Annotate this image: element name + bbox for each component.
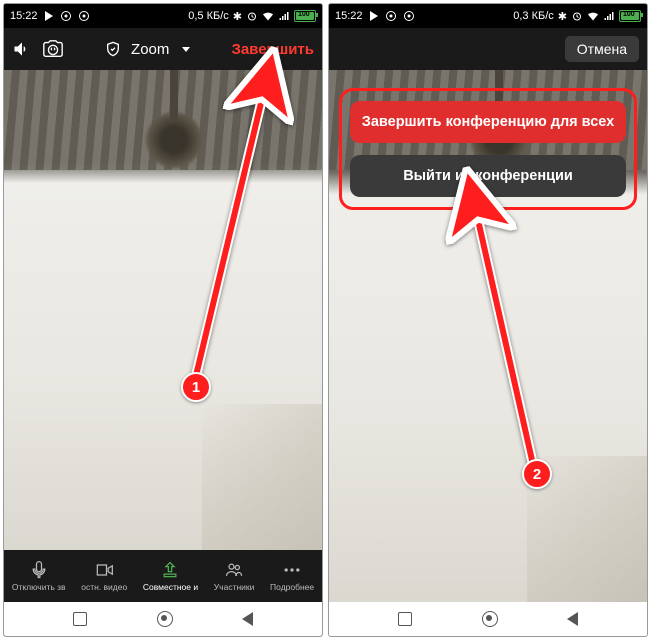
mute-button[interactable]: Отключить зв [12,560,66,592]
leave-meeting-button[interactable]: Выйти из конференции [350,155,626,197]
cancel-button[interactable]: Отмена [565,36,639,62]
status-data-rate: 0,3 КБ/с [513,10,554,22]
phone-frame-right: 15:22 0,3 КБ/с ✱ 100 Отмена Завершить ко… [328,3,648,637]
nav-back-icon[interactable] [567,612,578,626]
play-icon [370,11,378,21]
android-nav-bar [4,602,322,636]
browser-icon [60,10,72,22]
wifi-icon [262,10,274,22]
browser-icon [385,10,397,22]
bluetooth-icon: ✱ [558,10,567,23]
participants-icon [224,560,244,580]
signal-icon [278,10,290,22]
zoom-top-bar: Отмена [329,28,647,70]
share-icon [160,560,180,580]
nav-back-icon[interactable] [242,612,253,626]
battery-icon: 100 [619,10,641,22]
ceiling-lamp-shape [144,110,204,170]
wifi-icon [587,10,599,22]
annotation-badge-1: 1 [181,372,211,402]
camera-flip-icon[interactable] [42,38,64,60]
share-button[interactable]: Совместное и [143,560,198,592]
phone-frame-left: 15:22 0,5 КБ/с ✱ 100 Zoom Завершить Откл… [3,3,323,637]
more-icon [282,560,302,580]
mute-label: Отключить зв [12,582,66,592]
chevron-down-icon[interactable] [182,47,190,52]
shield-icon[interactable] [105,41,121,57]
status-bar: 15:22 0,5 КБ/с ✱ 100 [4,4,322,28]
signal-icon [603,10,615,22]
chrome-icon [78,10,90,22]
share-label: Совместное и [143,582,198,592]
annotation-badge-2: 2 [522,459,552,489]
end-for-all-button[interactable]: Завершить конференцию для всех [350,101,626,143]
end-button[interactable]: Завершить [231,41,314,58]
video-icon [94,560,114,580]
app-title[interactable]: Zoom [131,41,169,58]
nav-home-icon[interactable] [482,611,498,627]
video-view[interactable]: Завершить конференцию для всех Выйти из … [329,70,647,636]
chrome-icon [403,10,415,22]
bluetooth-icon: ✱ [233,10,242,23]
play-icon [45,11,53,21]
participants-button[interactable]: Участники [214,560,255,592]
status-data-rate: 0,5 КБ/с [188,10,229,22]
alarm-icon [571,10,583,22]
video-button[interactable]: остн. видео [81,560,127,592]
more-button[interactable]: Подробнее [270,560,314,592]
nav-recents-icon[interactable] [73,612,87,626]
more-label: Подробнее [270,582,314,592]
end-meeting-modal: Завершить конференцию для всех Выйти из … [339,88,637,210]
status-bar: 15:22 0,3 КБ/с ✱ 100 [329,4,647,28]
zoom-top-bar: Zoom Завершить [4,28,322,70]
nav-recents-icon[interactable] [398,612,412,626]
zoom-bottom-bar: Отключить зв остн. видео Совместное и Уч… [4,550,322,602]
android-nav-bar [329,602,647,636]
video-label: остн. видео [81,582,127,592]
status-time: 15:22 [10,10,38,22]
speaker-icon[interactable] [12,39,32,59]
video-view[interactable] [4,70,322,584]
nav-home-icon[interactable] [157,611,173,627]
alarm-icon [246,10,258,22]
status-time: 15:22 [335,10,363,22]
battery-icon: 100 [294,10,316,22]
mic-icon [29,560,49,580]
participants-label: Участники [214,582,255,592]
